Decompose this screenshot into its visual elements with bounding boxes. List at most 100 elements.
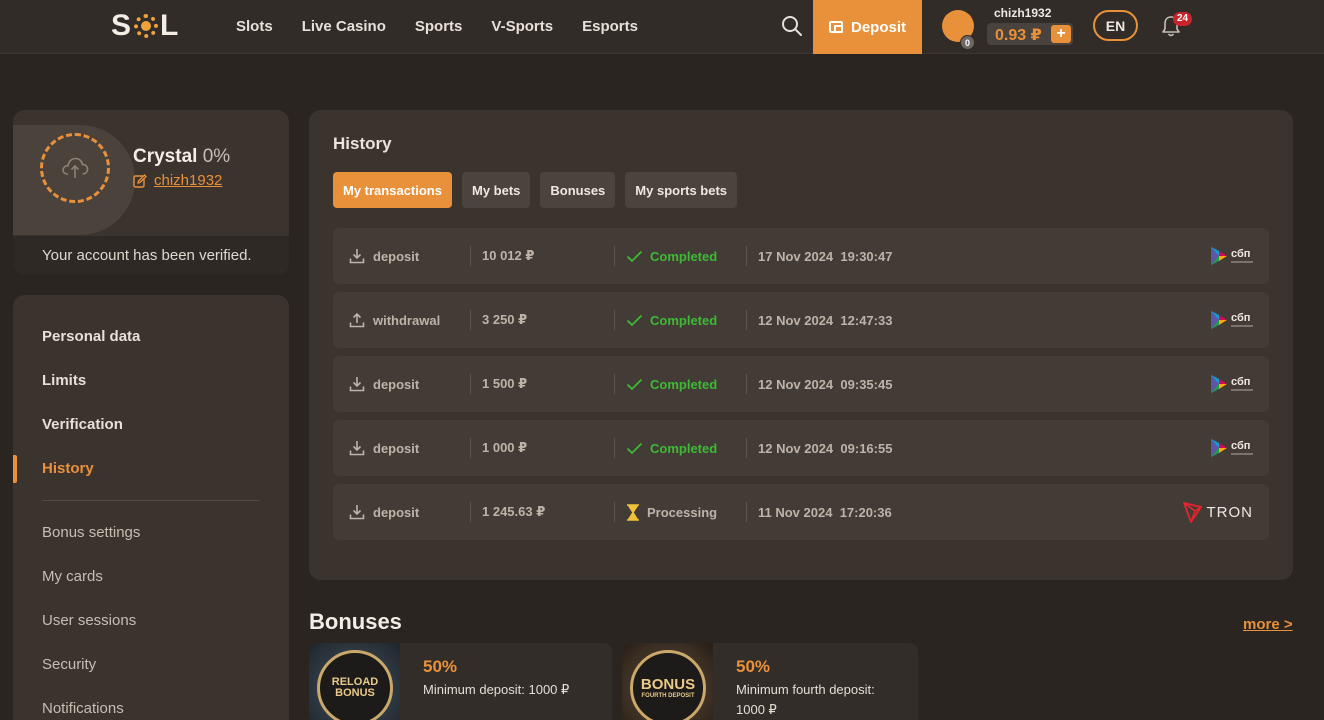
- sidebar-item-security[interactable]: Security: [42, 656, 96, 673]
- profile-login-link[interactable]: chizh1932: [133, 172, 222, 189]
- tx-status: Completed: [650, 248, 718, 264]
- tx-time: 09:16:55: [840, 440, 893, 456]
- language-button[interactable]: EN: [1093, 10, 1138, 41]
- divider: [746, 310, 747, 330]
- payment-method: сбп: [1210, 292, 1253, 348]
- deposit-button[interactable]: Deposit: [813, 0, 922, 54]
- divider: [470, 374, 471, 394]
- sidebar-item-limits[interactable]: Limits: [42, 372, 86, 389]
- tx-status-cell: Processing: [626, 484, 717, 540]
- sbp-icon: [1211, 439, 1227, 457]
- page-title: History: [333, 134, 392, 153]
- sidebar-item-personal-data[interactable]: Personal data: [42, 328, 140, 345]
- avatar-level-badge: 0: [960, 35, 975, 50]
- table-row[interactable]: deposit 10 012 ₽ Completed 17 Nov 2024 1…: [333, 228, 1269, 284]
- tx-type: withdrawal: [373, 312, 441, 328]
- checkmark-icon: [626, 378, 643, 390]
- tx-type: deposit: [373, 504, 420, 520]
- tx-type: deposit: [373, 248, 420, 264]
- table-row[interactable]: withdrawal 3 250 ₽ Completed 12 Nov 2024…: [333, 292, 1269, 348]
- divider: [614, 374, 615, 394]
- nav-live-casino[interactable]: Live Casino: [302, 18, 386, 35]
- tx-date: 12 Nov 2024: [758, 376, 834, 392]
- table-row[interactable]: deposit 1 245.63 ₽ Processing 11 Nov 202…: [333, 484, 1269, 540]
- sidebar-item-history[interactable]: History: [42, 460, 94, 477]
- tx-type: deposit: [373, 376, 420, 392]
- tx-date: 17 Nov 2024: [758, 248, 834, 264]
- profile-percent: 0%: [202, 146, 231, 167]
- sol-logo[interactable]: SL: [111, 8, 179, 44]
- bonus-card[interactable]: BONUS FOURTH DEPOSIT 50% Minimum fourth …: [622, 643, 918, 720]
- notification-count-badge: 24: [1173, 12, 1193, 26]
- tron-logo: TRON: [1182, 501, 1254, 523]
- profile-name: Crystal 0%: [133, 146, 230, 168]
- tx-status: Processing: [647, 504, 718, 520]
- tx-time: 09:35:45: [840, 376, 893, 392]
- more-bonuses-link[interactable]: more >: [1243, 616, 1293, 633]
- tab-bonuses[interactable]: Bonuses: [540, 172, 616, 208]
- profile-display-name: Crystal: [133, 146, 198, 167]
- tab-my-transactions[interactable]: My transactions: [333, 172, 452, 208]
- sidebar-active-indicator: [13, 455, 17, 483]
- nav-esports[interactable]: Esports: [582, 18, 638, 35]
- tx-datetime: 12 Nov 2024 09:16:55: [758, 420, 892, 476]
- checkmark-icon: [626, 314, 643, 326]
- sbp-label: сбп: [1231, 248, 1251, 260]
- bonus-image: RELOAD BONUS: [309, 643, 400, 720]
- tx-status-cell: Completed: [626, 228, 717, 284]
- divider: [746, 502, 747, 522]
- add-funds-button[interactable]: +: [1051, 25, 1071, 43]
- cloud-upload-icon: [62, 157, 89, 178]
- sidebar-item-my-cards[interactable]: My cards: [42, 568, 103, 585]
- hourglass-icon: [627, 503, 639, 521]
- checkmark-icon: [626, 442, 643, 454]
- sidebar-item-notifications[interactable]: Notifications: [42, 700, 124, 717]
- sbp-icon: [1211, 375, 1227, 393]
- deposit-label: Deposit: [850, 18, 906, 36]
- nav-sports[interactable]: Sports: [415, 18, 463, 35]
- tx-status: Completed: [650, 440, 718, 456]
- tx-type-cell: deposit: [349, 356, 419, 412]
- payment-method: TRON: [1182, 484, 1254, 540]
- sbp-icon: [1211, 247, 1227, 265]
- table-row[interactable]: deposit 1 500 ₽ Completed 12 Nov 2024 09…: [333, 356, 1269, 412]
- main-nav: Slots Live Casino Sports V-Sports Esport…: [236, 0, 638, 52]
- tron-icon: [1182, 502, 1202, 523]
- bonus-card[interactable]: RELOAD BONUS 50% Minimum deposit: 1000 ₽: [309, 643, 612, 720]
- fourth-deposit-medal-icon: BONUS FOURTH DEPOSIT: [630, 650, 706, 720]
- edit-icon: [133, 173, 147, 188]
- tron-label: TRON: [1206, 503, 1253, 521]
- sbp-logo: сбп: [1210, 374, 1253, 394]
- tab-my-bets[interactable]: My bets: [461, 172, 531, 208]
- divider: [614, 246, 615, 266]
- divider: [746, 438, 747, 458]
- nav-v-sports[interactable]: V-Sports: [491, 18, 553, 35]
- profile-card: Crystal 0% chizh1932 Your account has be…: [13, 110, 289, 275]
- table-row[interactable]: deposit 1 000 ₽ Completed 12 Nov 2024 09…: [333, 420, 1269, 476]
- tx-time: 19:30:47: [840, 248, 893, 264]
- reload-bonus-medal-icon: RELOAD BONUS: [317, 650, 393, 720]
- sidebar-item-verification[interactable]: Verification: [42, 416, 123, 433]
- sidebar-item-bonus-settings[interactable]: Bonus settings: [42, 524, 140, 541]
- tab-my-sports-bets[interactable]: My sports bets: [625, 172, 738, 208]
- divider: [470, 438, 471, 458]
- payment-method: сбп: [1210, 228, 1253, 284]
- sbp-label: сбп: [1231, 440, 1251, 452]
- bonus-image: BONUS FOURTH DEPOSIT: [622, 643, 713, 720]
- tx-datetime: 17 Nov 2024 19:30:47: [758, 228, 892, 284]
- sbp-icon: [1211, 311, 1227, 329]
- history-tabs: My transactions My bets Bonuses My sport…: [333, 172, 738, 208]
- search-icon[interactable]: [781, 15, 803, 37]
- tx-type-cell: deposit: [349, 228, 419, 284]
- avatar-upload[interactable]: [40, 133, 110, 203]
- tx-type-cell: deposit: [349, 484, 419, 540]
- history-panel: History My transactions My bets Bonuses …: [309, 110, 1293, 580]
- header-username: chizh1932: [994, 6, 1052, 20]
- bonus-description: Minimum deposit: 1000 ₽: [423, 682, 570, 697]
- sbp-logo: сбп: [1210, 438, 1253, 458]
- divider: [746, 374, 747, 394]
- nav-slots[interactable]: Slots: [236, 18, 273, 35]
- bonuses-heading: Bonuses: [309, 609, 402, 634]
- sidebar-item-user-sessions[interactable]: User sessions: [42, 612, 136, 629]
- bonus-percent: 50%: [423, 657, 458, 676]
